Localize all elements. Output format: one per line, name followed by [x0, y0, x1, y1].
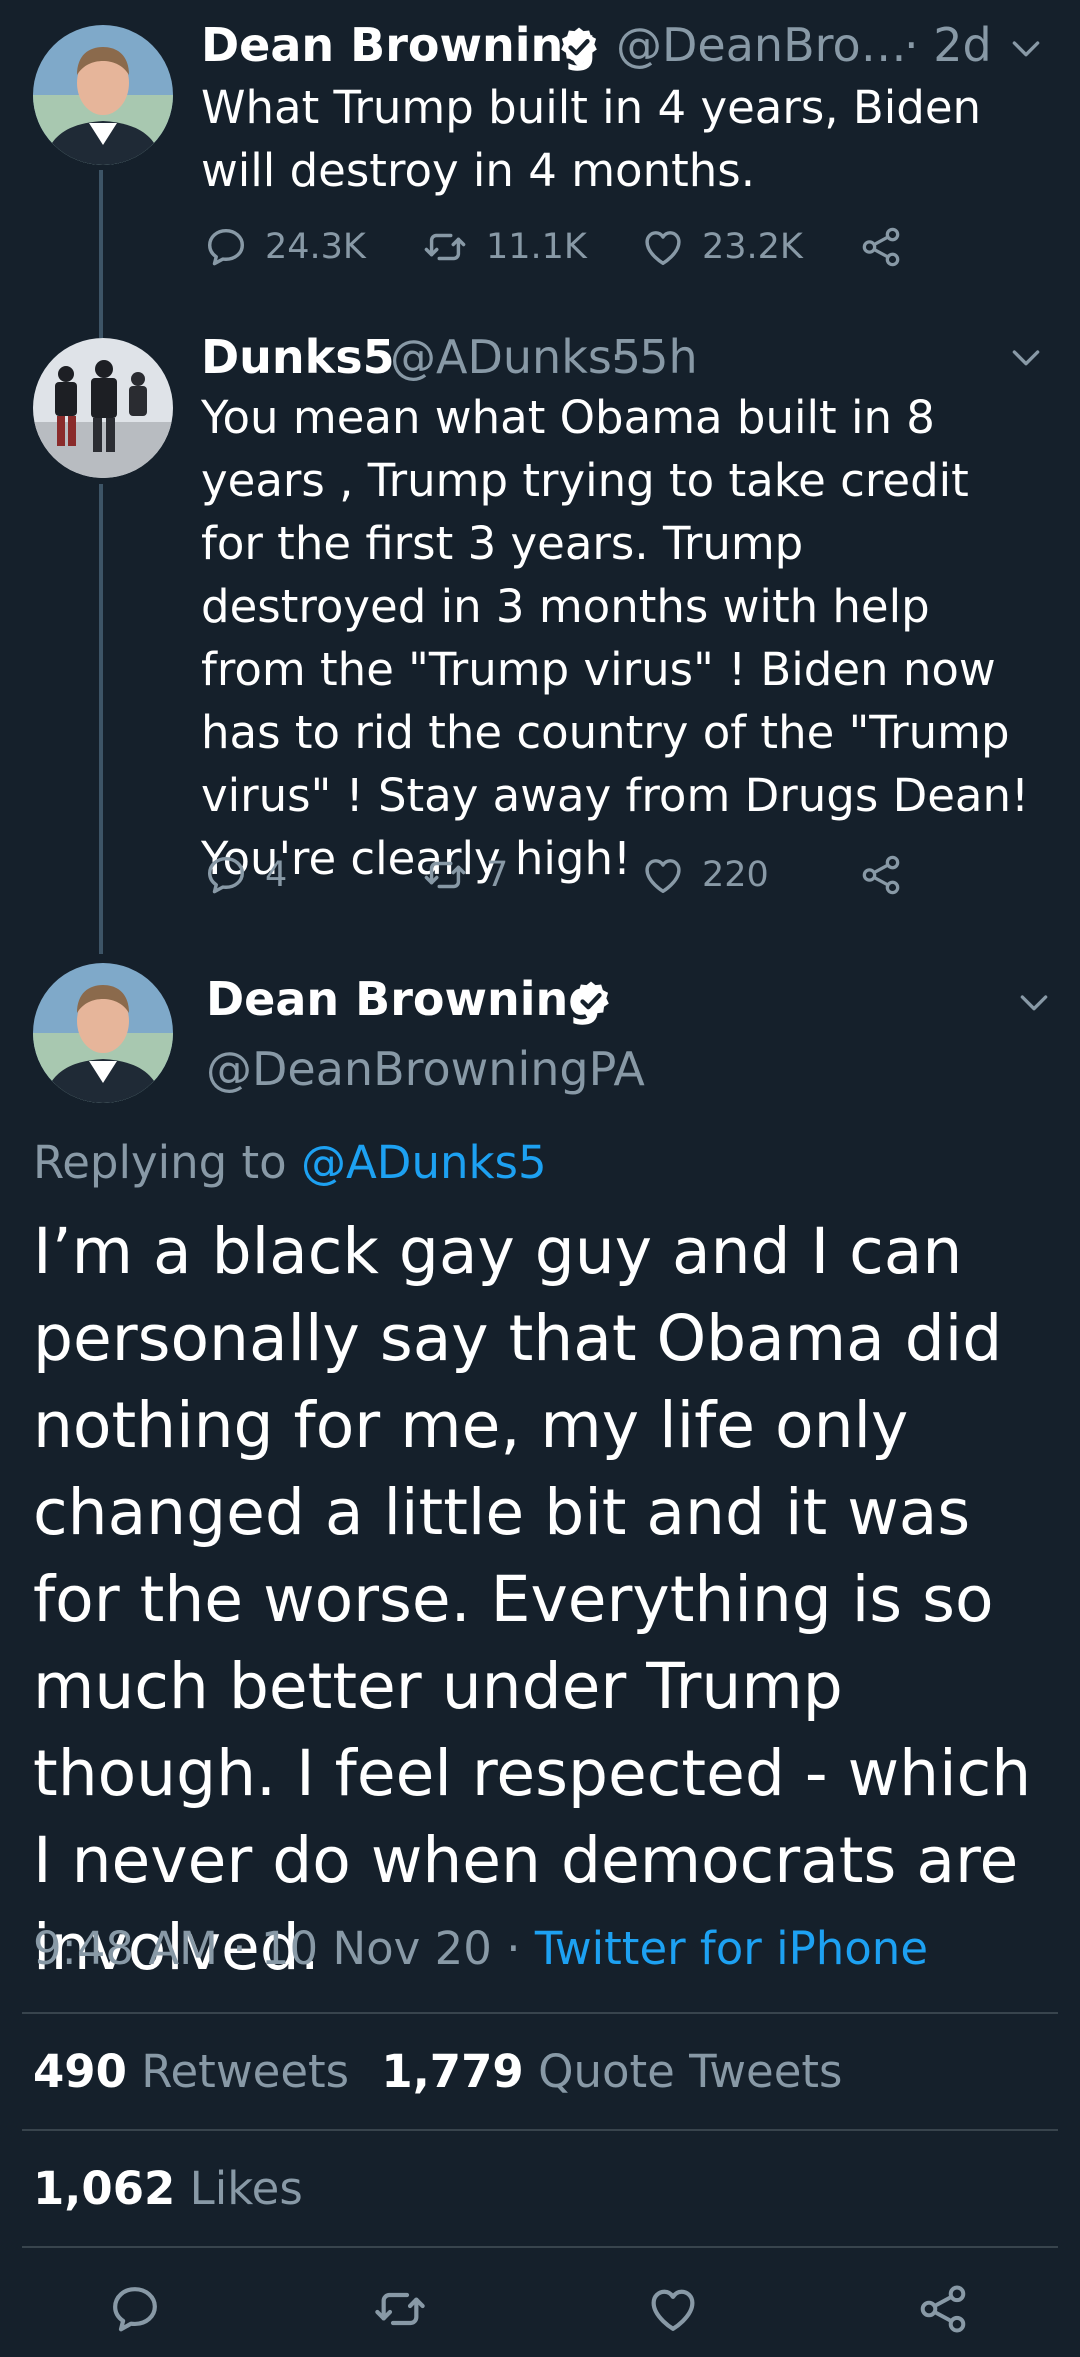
replying-to: Replying to @ADunks5: [33, 1136, 547, 1189]
divider: [22, 2012, 1058, 2014]
reply-button[interactable]: 24.3K: [203, 224, 366, 270]
reply-icon: [203, 224, 249, 270]
tweet-text: What Trump built in 4 years, Biden will …: [201, 81, 982, 197]
like-count: 23.2K: [702, 227, 803, 267]
retweet-count: 7: [486, 855, 509, 895]
reply-icon[interactable]: [107, 2281, 163, 2337]
retweets-label: Retweets: [141, 2045, 350, 2098]
share-icon[interactable]: [915, 2281, 971, 2337]
tweet-time[interactable]: 9:48 AM: [33, 1922, 218, 1975]
share-icon: [858, 852, 904, 898]
tweet-time[interactable]: · 5h: [610, 330, 698, 384]
main-tweet-text: I’m a black gay guy and I can personally…: [33, 1215, 1032, 1984]
share-button[interactable]: [858, 852, 904, 898]
like-button[interactable]: 23.2K: [640, 224, 803, 270]
like-button[interactable]: 220: [640, 852, 769, 898]
likes-stat[interactable]: 1,062 Likes: [33, 2162, 303, 2215]
quotes-label: Quote Tweets: [538, 2045, 843, 2098]
chevron-down-icon[interactable]: [1006, 337, 1046, 377]
avatar[interactable]: [33, 963, 173, 1103]
like-count: 220: [702, 855, 769, 895]
quotes-count: 1,779: [381, 2045, 524, 2098]
author-handle[interactable]: @ADunks5: [390, 330, 641, 384]
reply-count: 4: [265, 855, 288, 895]
avatar[interactable]: [33, 25, 173, 165]
reply-button[interactable]: 4: [203, 852, 287, 898]
like-icon[interactable]: [645, 2281, 701, 2337]
engagement-stats: 490 Retweets 1,779 Quote Tweets: [33, 2045, 842, 2098]
reply-icon: [203, 852, 249, 898]
chevron-down-icon[interactable]: [1014, 982, 1054, 1022]
divider: [22, 2246, 1058, 2248]
like-icon: [640, 224, 686, 270]
author-name[interactable]: Dean Browning: [206, 972, 601, 1026]
share-icon: [858, 224, 904, 270]
retweet-button[interactable]: 7: [420, 852, 508, 898]
author-handle[interactable]: @DeanBro…: [616, 18, 907, 72]
retweets-stat[interactable]: 490 Retweets: [33, 2045, 363, 2098]
divider: [22, 2129, 1058, 2131]
meta-separator: ·: [232, 1922, 247, 1975]
likes-count: 1,062: [33, 2162, 176, 2215]
tweet-date[interactable]: 10 Nov 20: [261, 1922, 492, 1975]
reply-count: 24.3K: [265, 227, 366, 267]
retweet-icon: [420, 852, 470, 898]
retweets-count: 490: [33, 2045, 127, 2098]
author-name[interactable]: Dunks5: [201, 330, 395, 384]
replying-to-handle[interactable]: @ADunks5: [301, 1136, 547, 1189]
tweet-text: You mean what Obama built in 8 years , T…: [201, 391, 1030, 885]
retweet-count: 11.1K: [486, 227, 587, 267]
share-button[interactable]: [858, 224, 904, 270]
tweet-source[interactable]: Twitter for iPhone: [535, 1922, 928, 1975]
verified-badge-icon: [568, 978, 614, 1024]
thread-connector: [99, 484, 103, 954]
replying-to-label: Replying to: [33, 1136, 287, 1189]
tweet-time[interactable]: · 2d: [904, 18, 992, 72]
retweet-button[interactable]: 11.1K: [420, 224, 587, 270]
meta-separator: ·: [506, 1922, 521, 1975]
like-icon: [640, 852, 686, 898]
avatar[interactable]: [33, 338, 173, 478]
retweet-icon[interactable]: [370, 2281, 430, 2337]
likes-label: Likes: [189, 2162, 303, 2215]
verified-badge-icon: [556, 24, 602, 70]
retweet-icon: [420, 224, 470, 270]
chevron-down-icon[interactable]: [1006, 28, 1046, 68]
author-name[interactable]: Dean Browning: [201, 18, 596, 72]
author-handle[interactable]: @DeanBrowningPA: [206, 1042, 645, 1096]
thread-connector: [99, 170, 103, 338]
tweet-meta: 9:48 AM · 10 Nov 20 · Twitter for iPhone: [33, 1922, 928, 1975]
quote-tweets-stat[interactable]: 1,779 Quote Tweets: [381, 2045, 842, 2098]
